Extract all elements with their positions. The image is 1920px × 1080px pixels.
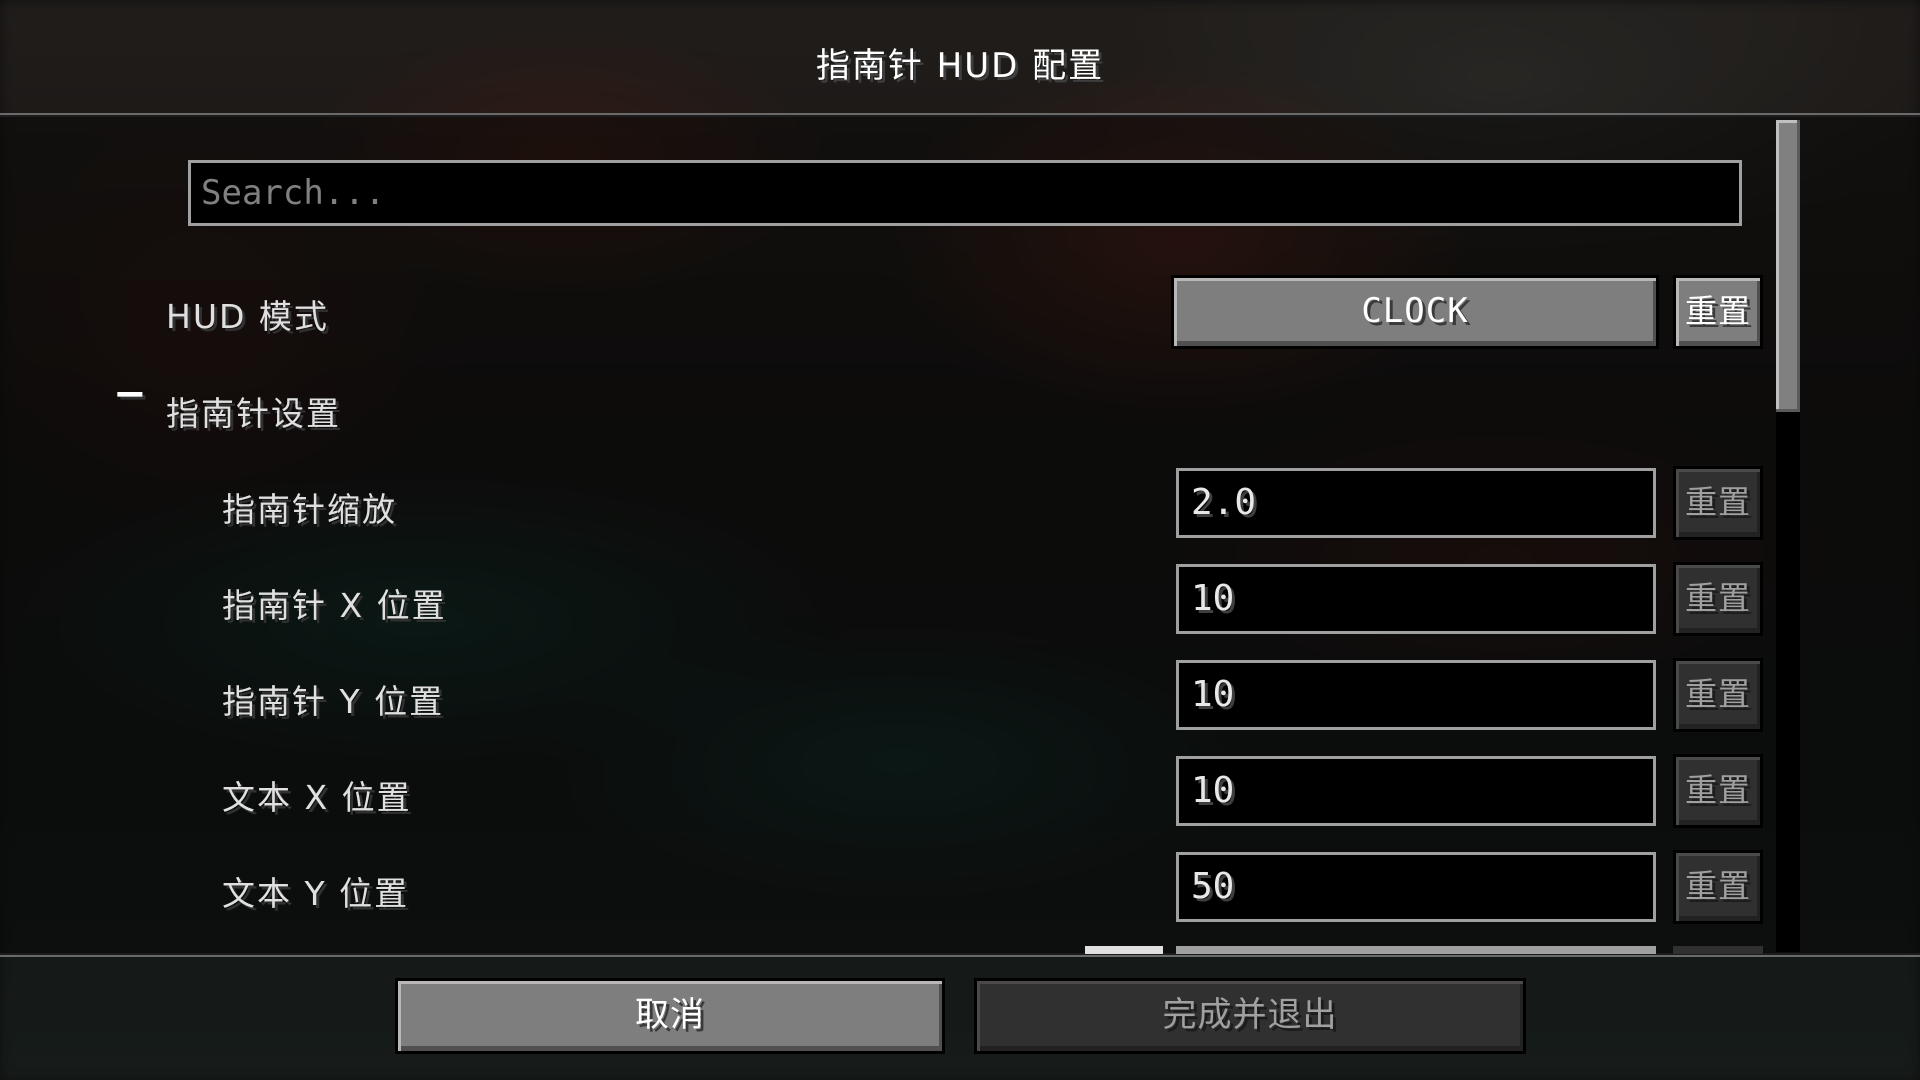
next-row-partial-control [1085, 946, 1163, 954]
next-row-partial-reset [1673, 946, 1763, 954]
cancel-button[interactable]: 取消 [395, 978, 945, 1054]
header-divider [0, 113, 1920, 117]
footer-area [0, 957, 1920, 1080]
compass-scale-label: 指南针缩放 [222, 490, 397, 529]
search-input[interactable] [188, 160, 1742, 226]
compass-scale-reset-button[interactable]: 重置 [1673, 466, 1763, 540]
section-collapse-toggle[interactable]: − [113, 374, 147, 414]
hud-mode-reset-button[interactable]: 重置 [1673, 275, 1763, 349]
next-row-partial-field [1176, 946, 1656, 954]
compass-x-label: 指南针 X 位置 [222, 586, 447, 625]
hud-mode-cycle-button[interactable]: CLOCK [1171, 275, 1659, 349]
page-title: 指南针 HUD 配置 [815, 46, 1105, 86]
hud-mode-label: HUD 模式 [166, 297, 329, 336]
text-y-field[interactable]: 50 [1176, 852, 1656, 922]
compass-x-reset-button[interactable]: 重置 [1673, 562, 1763, 636]
compass-y-label: 指南针 Y 位置 [222, 682, 445, 721]
compass-scale-field[interactable]: 2.0 [1176, 468, 1656, 538]
config-screen: 指南针 HUD 配置 HUD 模式 CLOCK 重置 − 指南针设置 指南针缩放… [0, 0, 1920, 1080]
compass-y-field[interactable]: 10 [1176, 660, 1656, 730]
compass-y-reset-button[interactable]: 重置 [1673, 658, 1763, 732]
text-x-reset-button[interactable]: 重置 [1673, 754, 1763, 828]
compass-x-field[interactable]: 10 [1176, 564, 1656, 634]
text-x-field[interactable]: 10 [1176, 756, 1656, 826]
text-y-reset-button[interactable]: 重置 [1673, 850, 1763, 924]
scrollbar-thumb[interactable] [1776, 120, 1800, 412]
save-and-exit-button[interactable]: 完成并退出 [974, 978, 1526, 1054]
text-y-label: 文本 Y 位置 [222, 874, 410, 913]
text-x-label: 文本 X 位置 [222, 778, 412, 817]
compass-section-label[interactable]: 指南针设置 [166, 387, 341, 435]
